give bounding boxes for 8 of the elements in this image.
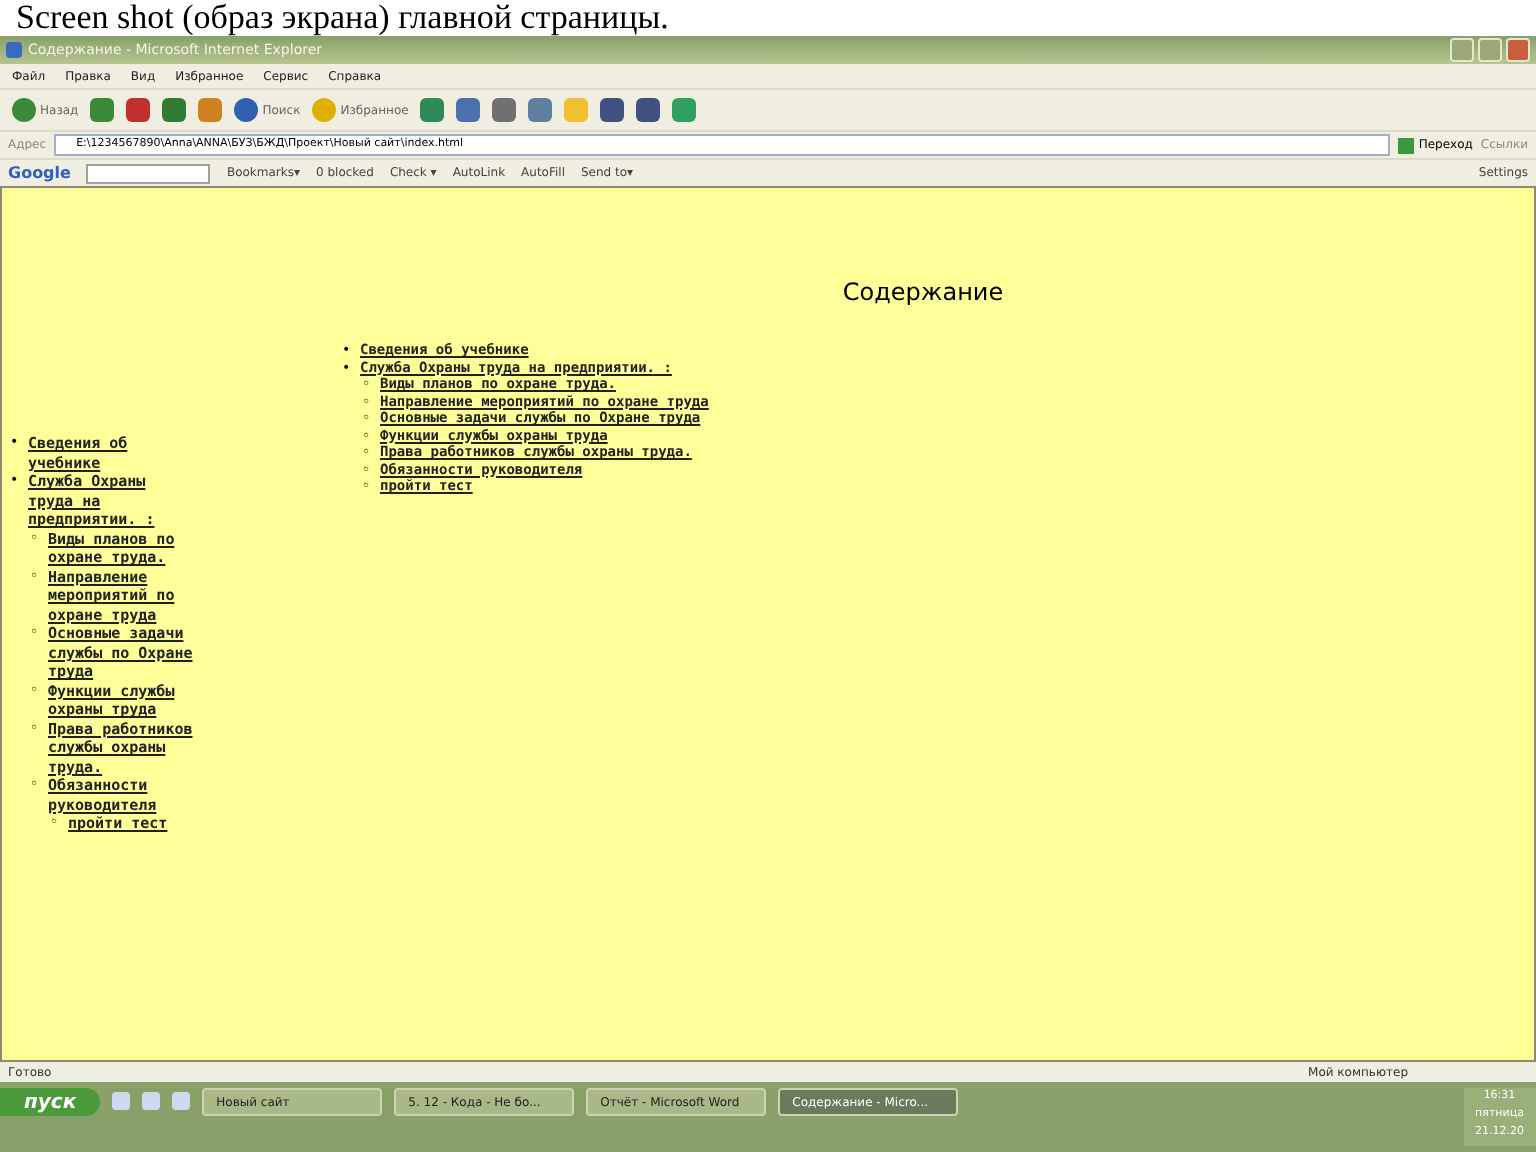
close-button[interactable] — [1506, 38, 1530, 62]
maximize-button[interactable] — [1478, 38, 1502, 62]
google-logo[interactable]: Google — [8, 164, 71, 182]
page-heading: Содержание — [840, 278, 1006, 306]
start-button[interactable]: пуск — [0, 1088, 101, 1116]
document-caption: Screen shot (образ экрана) главной страницы. — [14, 0, 671, 36]
search-field[interactable] — [86, 163, 211, 183]
minimize-button[interactable] — [1450, 38, 1474, 62]
